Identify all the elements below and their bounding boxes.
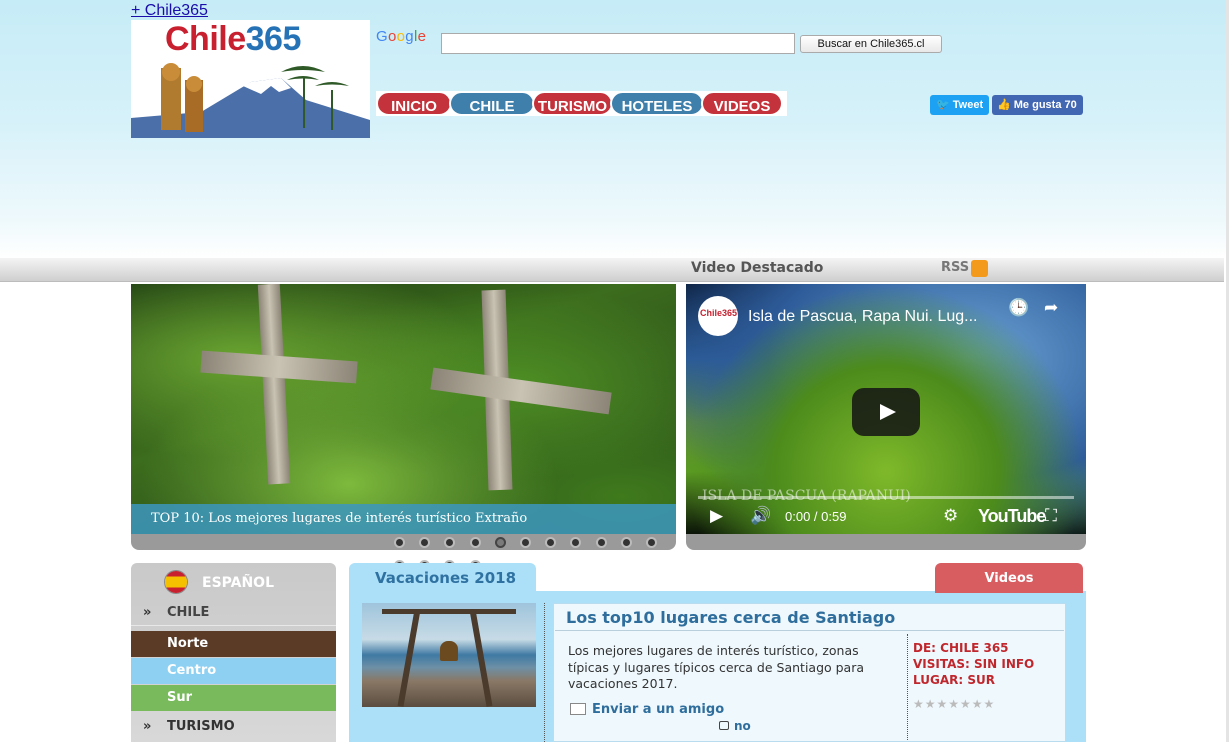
tweet-button[interactable]: 🐦 Tweet [930, 95, 989, 115]
comment-icon[interactable] [719, 721, 729, 730]
slider-dot[interactable] [572, 539, 580, 546]
slider-dot[interactable] [421, 539, 429, 546]
youtube-logo[interactable]: YouTube [978, 506, 1046, 527]
frame-leg-2 [469, 609, 493, 707]
logo-illustration [131, 63, 370, 138]
sidebar-item-sur[interactable]: Sur [131, 685, 336, 711]
site-logo[interactable]: Chile365 [131, 20, 370, 138]
play-icon[interactable]: ▶ [710, 506, 723, 526]
slider-dot[interactable] [522, 539, 529, 546]
google-logo: Google [376, 28, 427, 45]
slider-dot[interactable] [471, 539, 479, 546]
search-input[interactable] [441, 33, 795, 54]
facebook-like-button[interactable]: 👍 Me gusta 70 [992, 95, 1083, 115]
slider-dot[interactable] [547, 539, 555, 546]
frame-beam [382, 609, 516, 614]
nav-videos[interactable]: VIDEOS [701, 91, 783, 116]
nav-turismo[interactable]: TURISMO [532, 91, 613, 116]
bell-icon [440, 641, 458, 661]
tab-vacaciones[interactable]: Vacaciones 2018 [349, 563, 536, 593]
watch-later-icon[interactable]: 🕒 [1008, 298, 1029, 318]
volume-icon[interactable]: 🔊 [750, 506, 771, 526]
fullscreen-icon[interactable]: ⛶ [1045, 506, 1057, 526]
video-title[interactable]: Isla de Pascua, Rapa Nui. Lug... [748, 308, 977, 326]
slider-dot[interactable] [396, 539, 403, 546]
nav-hoteles[interactable]: HOTELES [610, 91, 704, 116]
twitter-bird-icon: 🐦 [936, 99, 950, 111]
article-place: LUGAR: SUR [913, 673, 995, 687]
slider-dot[interactable] [648, 539, 655, 546]
article-visits: VISITAS: SIN INFO [913, 657, 1035, 671]
comments-link[interactable]: no [734, 719, 751, 733]
rss-link[interactable]: RSS [941, 260, 969, 275]
play-big-icon[interactable] [852, 388, 920, 436]
article-description: Los mejores lugares de interés turístico… [568, 643, 865, 691]
nav-chile[interactable]: CHILE [449, 91, 535, 116]
frame-leg [397, 609, 421, 707]
divider [907, 634, 908, 740]
wooden-cross-bar-2 [430, 367, 612, 415]
rss-icon[interactable] [971, 260, 988, 277]
nav-inicio[interactable]: INICIO [376, 91, 452, 116]
spain-flag-icon [165, 571, 187, 593]
slider-dot[interactable] [496, 539, 504, 546]
wooden-cross [257, 284, 291, 485]
featured-bar [0, 258, 1224, 282]
share-icon[interactable]: ➦ [1044, 298, 1058, 318]
settings-gear-icon[interactable]: ⚙ [943, 506, 958, 526]
image-slider[interactable]: TOP 10: Los mejores lugares de interés t… [131, 284, 676, 550]
article-title[interactable]: Los top10 lugares cerca de Santiago [566, 608, 895, 627]
slider-dot[interactable] [597, 539, 605, 546]
video-player[interactable]: Chile365 Isla de Pascua, Rapa Nui. Lug..… [686, 284, 1086, 550]
video-time: 0:00 / 0:59 [785, 509, 847, 524]
tab-videos[interactable]: Videos [935, 563, 1083, 593]
sidebar-item-chile[interactable]: » CHILE [131, 600, 336, 626]
envelope-icon[interactable] [570, 703, 586, 715]
chevron-double-right-icon: » [143, 719, 152, 734]
channel-logo[interactable]: Chile365 [698, 296, 738, 336]
featured-title: Video Destacado [691, 260, 824, 276]
sidebar: ESPAÑOL » CHILE Norte Centro Sur » TURISMO [131, 563, 336, 742]
send-to-friend-link[interactable]: Enviar a un amigo [592, 702, 724, 717]
language-label[interactable]: ESPAÑOL [202, 575, 274, 591]
search-button[interactable]: Buscar en Chile365.cl [800, 35, 942, 53]
chile365-top-link[interactable]: + Chile365 [131, 2, 208, 20]
slider-photo [131, 284, 676, 534]
chevron-double-right-icon: » [143, 605, 152, 620]
main-nav: INICIO CHILE TURISMO HOTELES VIDEOS [376, 91, 787, 116]
sidebar-item-centro[interactable]: Centro [131, 658, 336, 684]
article-author: DE: CHILE 365 [913, 641, 1009, 655]
divider [555, 630, 1064, 631]
sidebar-item-norte[interactable]: Norte [131, 631, 336, 657]
slider-caption[interactable]: TOP 10: Los mejores lugares de interés t… [131, 504, 676, 534]
slider-dot[interactable] [446, 539, 454, 546]
sidebar-item-turismo[interactable]: » TURISMO [131, 714, 336, 740]
divider [544, 603, 545, 742]
thumbs-up-icon: 👍 [997, 99, 1011, 111]
rating-stars[interactable]: ★★★★★★★ [913, 697, 995, 711]
video-progress-bar[interactable] [698, 496, 1074, 499]
article-image[interactable] [362, 603, 536, 707]
slider-dot[interactable] [622, 539, 630, 546]
